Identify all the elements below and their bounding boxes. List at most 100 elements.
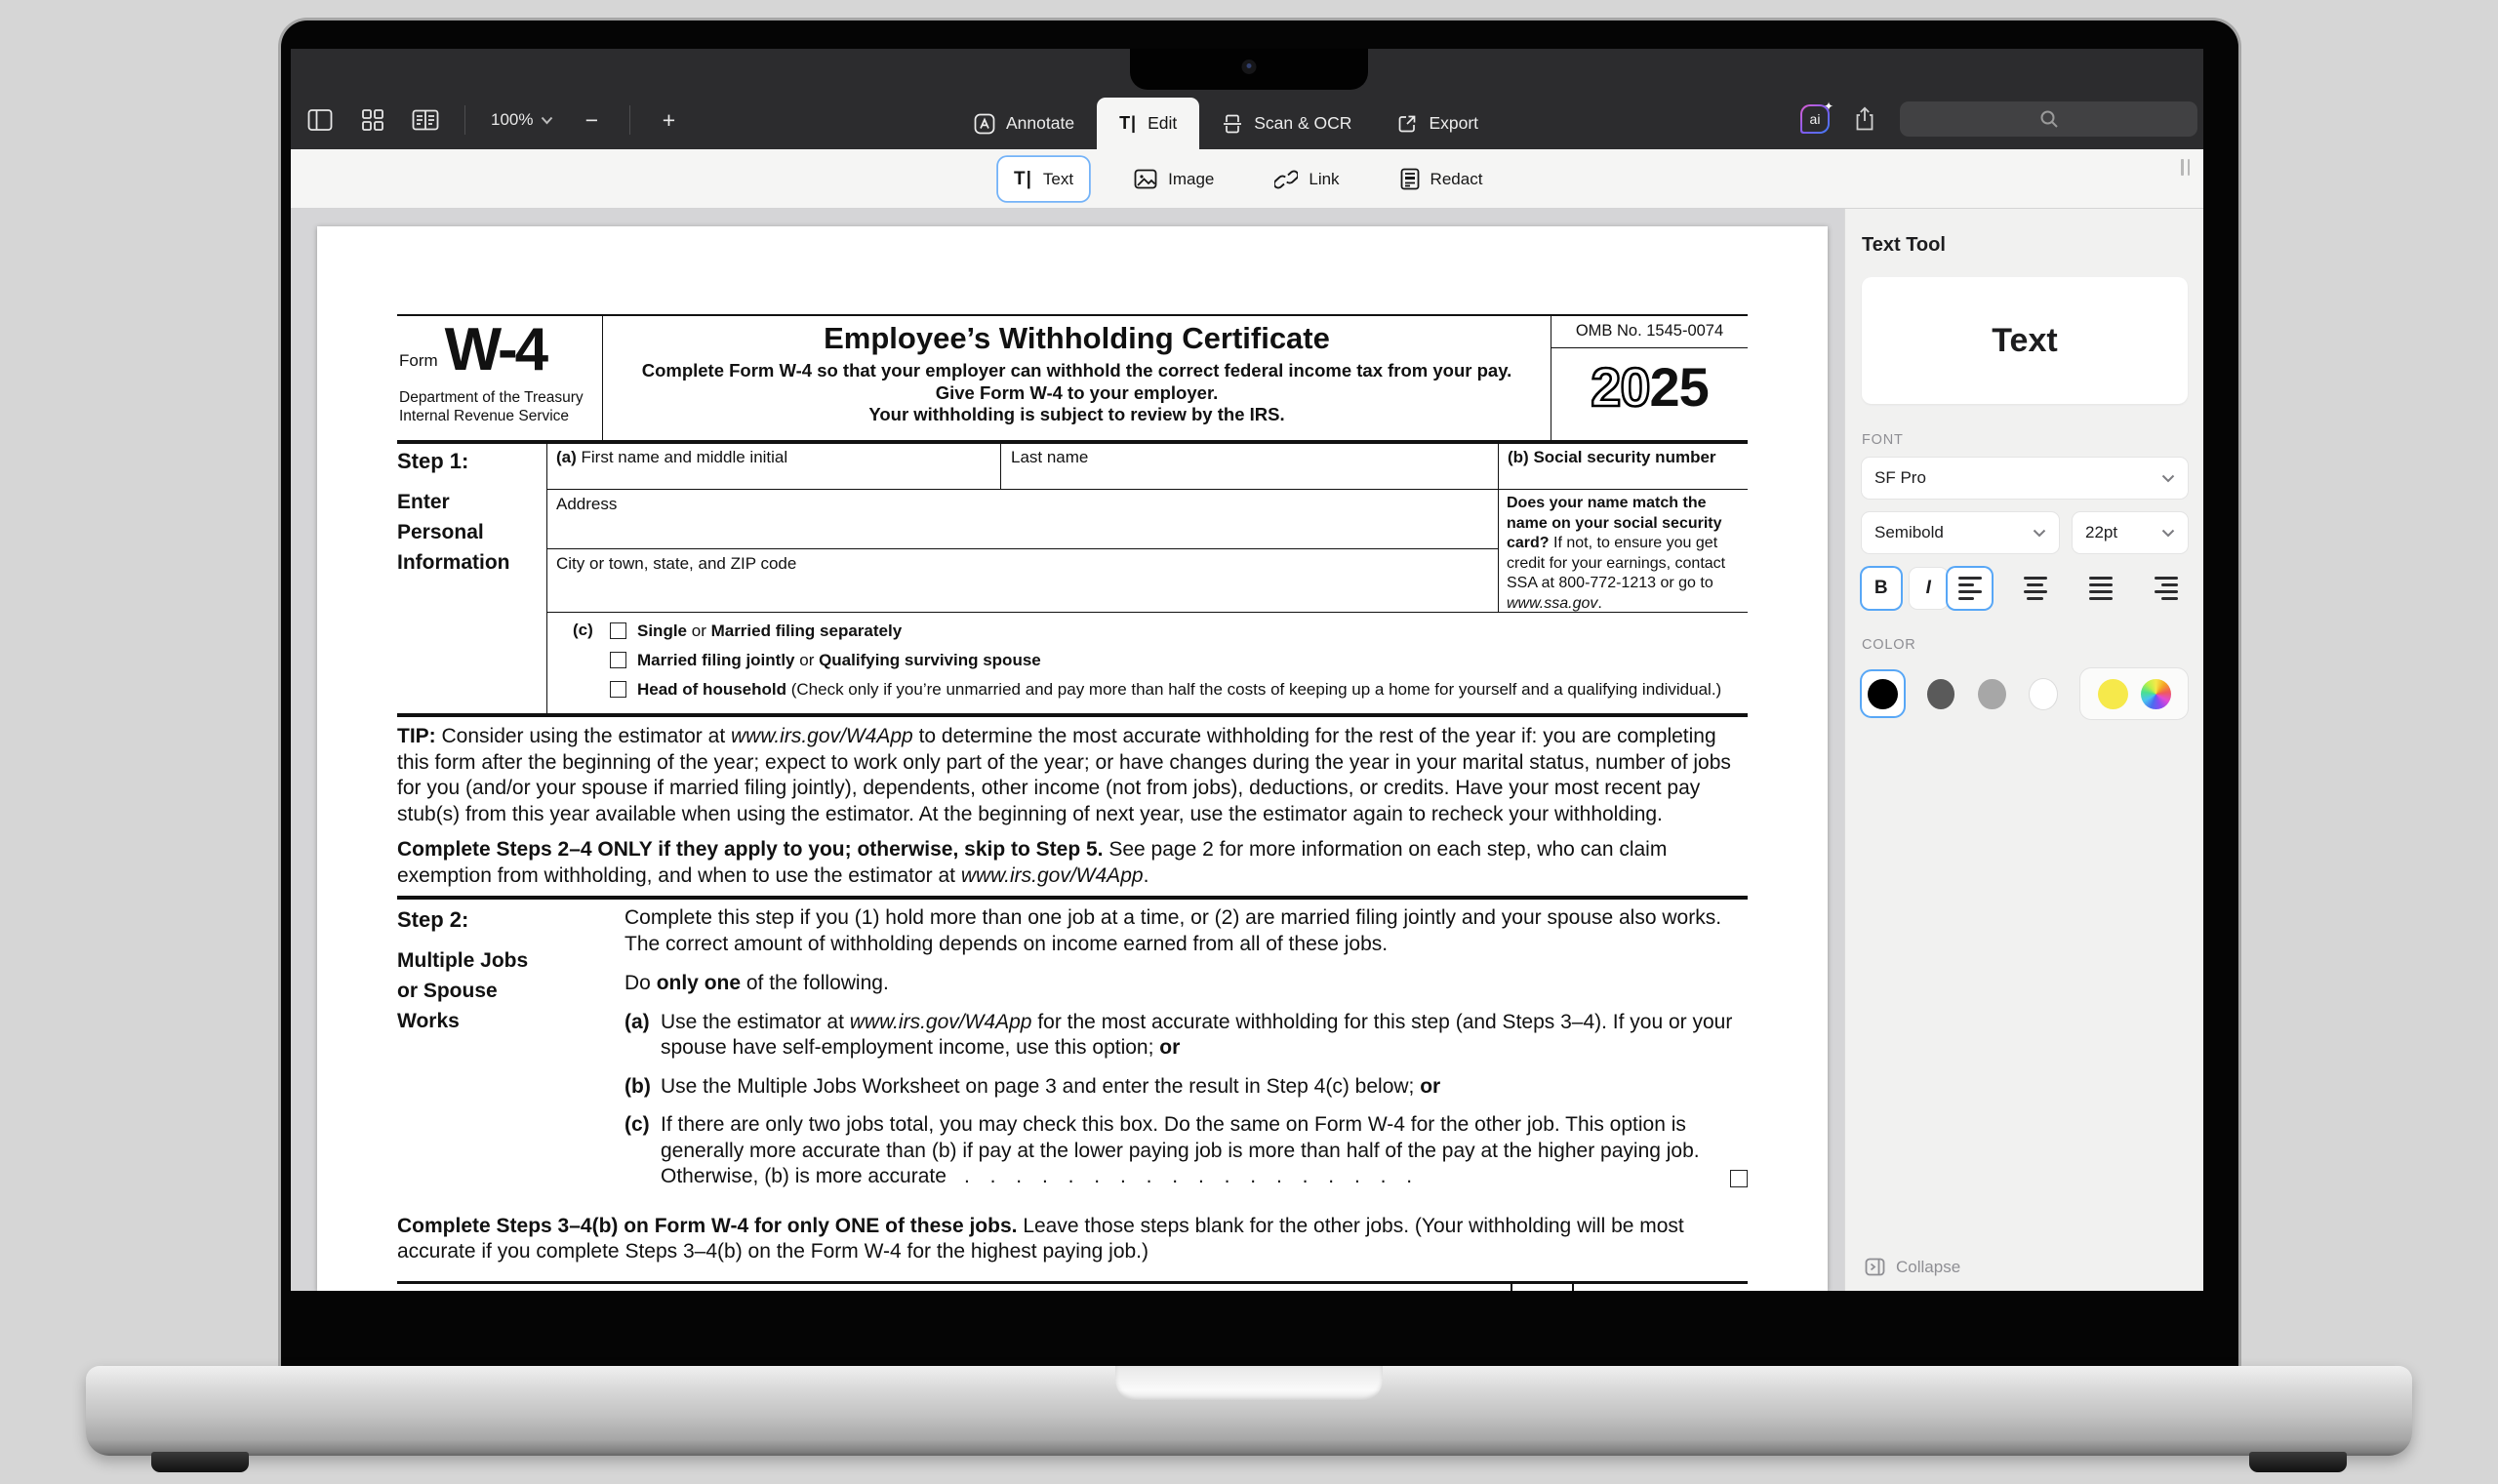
step2-item-c: (c) If there are only two jobs total, yo… <box>624 1112 1748 1190</box>
ssa-match-note: Does your name match the name on your so… <box>1498 490 1748 613</box>
redact-icon <box>1400 168 1420 190</box>
option-married-jointly: Married filing jointly or Qualifying sur… <box>610 649 1748 672</box>
font-size-select[interactable]: 22pt <box>2073 512 2188 553</box>
pdf-page[interactable]: Form W-4 Department of the Treasury Inte… <box>317 226 1828 1291</box>
dot-leader: . . . . . . . . . . . . . . . . . . <box>964 1165 1413 1187</box>
tab-export[interactable]: Export <box>1374 98 1501 149</box>
zoom-level-value: 100% <box>491 110 533 130</box>
tool-text[interactable]: T| Text <box>998 157 1089 201</box>
form-header: Form W-4 Department of the Treasury Inte… <box>397 314 1748 444</box>
swatch-dark-gray[interactable] <box>1927 679 1954 709</box>
tool-link[interactable]: Link <box>1259 157 1354 201</box>
font-family-select[interactable]: SF Pro <box>1862 458 2188 499</box>
mode-tabs: Annotate T| Edit Scan & OCR Export <box>951 98 1501 149</box>
italic-button[interactable]: I <box>1910 568 1949 609</box>
chevron-down-icon <box>2161 529 2175 538</box>
reading-view-icon[interactable] <box>412 106 439 134</box>
align-center-icon <box>2024 577 2047 600</box>
steps-2-4-paragraph: Complete Steps 2–4 ONLY if they apply to… <box>397 837 1748 889</box>
dept-line2: Internal Revenue Service <box>399 407 596 426</box>
export-icon <box>1396 113 1418 135</box>
step2-label: Step 2: <box>397 907 624 933</box>
image-icon <box>1134 169 1157 189</box>
text-tool-icon: T| <box>1014 169 1032 190</box>
zoom-out-button[interactable]: − <box>579 107 604 134</box>
search-input[interactable] <box>1900 101 2197 137</box>
tool-redact[interactable]: Redact <box>1385 157 1499 201</box>
form-word: Form <box>399 351 438 380</box>
zoom-level-dropdown[interactable]: 100% <box>491 110 553 130</box>
thumbnails-grid-icon[interactable] <box>359 106 386 134</box>
text-preview: Text <box>1992 322 2057 360</box>
tab-annotate[interactable]: Annotate <box>951 98 1097 149</box>
custom-color-group <box>2080 668 2188 719</box>
step3-top-border <box>397 1281 1748 1292</box>
form-subtitle3: Your withholding is subject to review by… <box>603 404 1551 426</box>
toolbar-right: ai ✦ <box>1800 101 2197 137</box>
search-icon <box>2039 109 2059 129</box>
panel-resize-handle[interactable] <box>2181 159 2190 176</box>
swatch-black-selected[interactable] <box>1862 671 1904 716</box>
swatch-white[interactable] <box>2030 679 2057 709</box>
step2-section: Step 2: Multiple Jobs or Spouse Works Co… <box>397 905 1748 1190</box>
checkbox-two-jobs[interactable] <box>1730 1170 1748 1187</box>
align-justify-button[interactable] <box>2078 568 2122 609</box>
toolbar-divider <box>464 105 465 135</box>
step1-label: Step 1: <box>397 449 546 474</box>
document-area: Form W-4 Department of the Treasury Inte… <box>291 209 1844 1291</box>
collapse-icon <box>1865 1257 1885 1277</box>
link-icon <box>1274 169 1298 190</box>
form-subtitle2: Give Form W-4 to your employer. <box>603 382 1551 405</box>
align-left-icon <box>1958 577 1982 600</box>
first-name-field[interactable]: (a) First name and middle initial <box>547 444 1001 489</box>
swatch-yellow[interactable] <box>2098 679 2128 709</box>
app-window: 100% − + Annotate T| Edit <box>291 49 2203 1291</box>
scanner-icon <box>1222 113 1243 135</box>
tab-scan-ocr[interactable]: Scan & OCR <box>1199 98 1374 149</box>
step2-do-only-one: Do only one of the following. <box>624 971 1748 997</box>
chevron-down-icon <box>541 116 553 125</box>
align-center-button[interactable] <box>2013 568 2057 609</box>
step2-intro: Complete this step if you (1) hold more … <box>624 905 1748 957</box>
sidebar-panel-icon[interactable] <box>306 106 334 134</box>
font-section-label: FONT <box>1862 432 2188 448</box>
webcam <box>1242 60 1257 74</box>
checkbox-married-jointly[interactable] <box>610 652 626 668</box>
checkbox-single[interactable] <box>610 622 626 639</box>
align-right-button[interactable] <box>2144 568 2188 609</box>
checkbox-head-of-household[interactable] <box>610 681 626 698</box>
laptop-foot-left <box>151 1452 249 1472</box>
collapse-panel-button[interactable]: Collapse <box>1865 1257 1960 1277</box>
form-year: 2025 <box>1551 348 1748 419</box>
omb-number: OMB No. 1545-0074 <box>1551 316 1748 348</box>
option-single: Single or Married filing separately <box>610 620 1748 643</box>
tool-image[interactable]: Image <box>1118 157 1229 201</box>
form-subtitle1: Complete Form W-4 so that your employer … <box>603 360 1551 382</box>
toolbar-divider <box>629 105 630 135</box>
annotate-icon <box>974 113 995 135</box>
display-notch <box>1130 49 1368 90</box>
align-left-button[interactable] <box>1948 568 1992 609</box>
zoom-in-button[interactable]: + <box>656 107 681 134</box>
step2-item-a: (a) Use the estimator at www.irs.gov/W4A… <box>624 1010 1748 1062</box>
laptop-foot-right <box>2249 1452 2347 1472</box>
color-wheel[interactable] <box>2141 679 2171 709</box>
swatch-gray[interactable] <box>1978 679 2005 709</box>
bold-button[interactable]: B <box>1862 568 1901 609</box>
section-divider <box>397 896 1748 900</box>
tab-edit[interactable]: T| Edit <box>1097 98 1199 149</box>
ai-assistant-button[interactable]: ai ✦ <box>1800 104 1830 134</box>
panel-title: Text Tool <box>1862 234 2188 257</box>
option-head-of-household: Head of household (Check only if you’re … <box>610 678 1748 702</box>
font-style-select[interactable]: Semibold <box>1862 512 2059 553</box>
main-toolbar: 100% − + Annotate T| Edit <box>291 49 2203 149</box>
text-preview-card: Text <box>1862 277 2188 404</box>
steps-3-4b-paragraph: Complete Steps 3–4(b) on Form W-4 for on… <box>397 1214 1748 1265</box>
last-name-field[interactable]: Last name <box>1001 444 1498 489</box>
form-number: W-4 <box>445 322 545 380</box>
step2-item-b: (b) Use the Multiple Jobs Worksheet on p… <box>624 1074 1748 1101</box>
share-icon[interactable] <box>1851 105 1878 133</box>
ssn-field[interactable]: (b) Social security number <box>1498 444 1748 489</box>
dept-line1: Department of the Treasury <box>399 388 596 408</box>
step1-section: Step 1: Enter Personal Information (a) F… <box>397 444 1748 717</box>
